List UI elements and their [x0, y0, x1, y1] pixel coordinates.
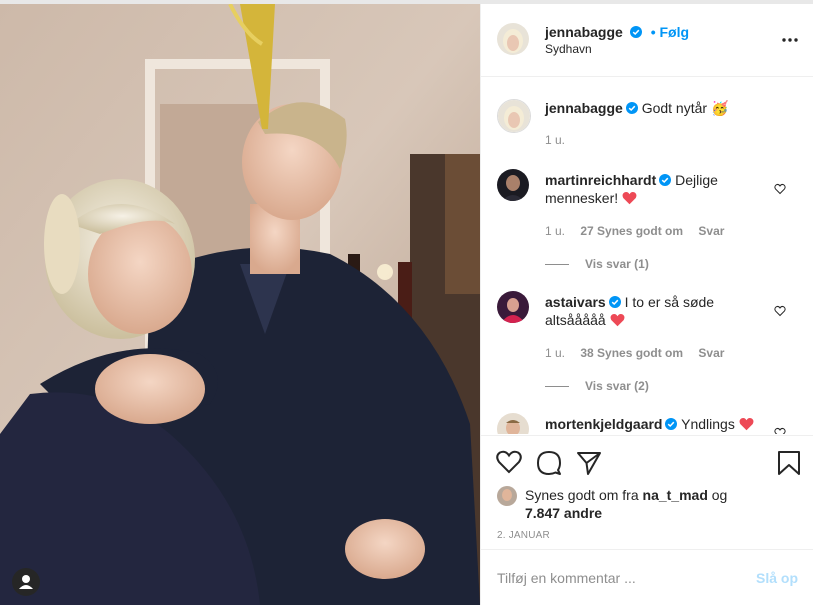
comment-meta: 1 u. 27 Synes godt om Svar — [545, 224, 724, 238]
comment-username[interactable]: martinreichhardt — [545, 172, 656, 188]
comment-like-button[interactable] — [774, 182, 786, 195]
comment-likes[interactable]: 38 Synes godt om — [580, 346, 683, 360]
comment-meta: 1 u. 38 Synes godt om Svar — [545, 346, 724, 360]
likes-prefix: Synes godt om fra — [525, 487, 639, 503]
verified-badge-icon — [630, 25, 643, 38]
caption-avatar[interactable] — [497, 99, 531, 133]
more-horizontal-icon — [782, 38, 798, 42]
liker-avatar[interactable] — [497, 486, 517, 506]
post-comment-button[interactable]: Slå op — [756, 570, 798, 586]
verified-badge-icon — [608, 294, 621, 308]
save-button[interactable] — [777, 450, 801, 476]
author-username[interactable]: jennabagge — [545, 24, 623, 40]
avatar-image — [497, 486, 517, 506]
post-actions: Synes godt om fra na_t_mad og 7.847 andr… — [481, 435, 813, 550]
paper-plane-icon — [577, 452, 601, 475]
heart-outline-icon — [774, 183, 786, 195]
follow-button[interactable]: • Følg — [651, 24, 689, 40]
heart-outline-icon — [774, 305, 786, 317]
likes-others-link[interactable]: 7.847 andre — [525, 505, 602, 521]
comment-input[interactable]: Tilføj en kommentar ... — [497, 570, 636, 586]
view-replies-label: Vis svar (2) — [585, 379, 649, 393]
view-replies-button[interactable]: Vis svar (1) — [545, 257, 649, 271]
bookmark-icon — [778, 451, 800, 475]
heart-outline-icon — [774, 427, 786, 434]
comment-avatar[interactable] — [497, 413, 529, 434]
post-details-panel: jennabagge • Følg Sydhavn jennabagge God… — [480, 4, 813, 605]
divider-line — [545, 386, 569, 388]
post-photo[interactable] — [0, 4, 480, 605]
red-heart-icon — [739, 418, 754, 431]
comment-time[interactable]: 1 u. — [545, 224, 565, 238]
verified-badge-icon — [665, 416, 678, 430]
comment-body: mortenkjeldgaard Yndlings — [545, 415, 765, 433]
comment-username[interactable]: astaivars — [545, 294, 606, 310]
more-options-button[interactable] — [781, 32, 799, 48]
divider-line — [545, 264, 569, 266]
post-location[interactable]: Sydhavn — [545, 42, 592, 56]
verified-badge-icon — [625, 100, 638, 114]
comment-text: altsååååå — [545, 312, 606, 328]
comment-username[interactable]: mortenkjeldgaard — [545, 416, 662, 432]
like-button[interactable] — [496, 450, 522, 476]
tagged-users-button[interactable] — [12, 568, 40, 596]
view-replies-label: Vis svar (1) — [585, 257, 649, 271]
caption-username[interactable]: jennabagge — [545, 100, 623, 116]
comment-body: martinreichhardt Dejlige mennesker! — [545, 171, 765, 207]
avatar-image — [498, 100, 530, 132]
red-heart-icon — [610, 314, 625, 327]
liker-username[interactable]: na_t_mad — [643, 487, 708, 503]
comment-text: I to er så søde — [624, 294, 715, 310]
comment-text: Yndlings — [681, 416, 735, 432]
comment-text: Dejlige — [675, 172, 718, 188]
likes-summary: Synes godt om fra na_t_mad og 7.847 andr… — [525, 486, 795, 522]
share-button[interactable] — [576, 450, 602, 476]
comments-list[interactable]: jennabagge Godt nytår 🥳 1 u. martinreich… — [481, 77, 813, 434]
post-header: jennabagge • Følg Sydhavn — [481, 4, 813, 77]
avatar-image — [497, 169, 529, 201]
comment-like-button[interactable] — [774, 426, 786, 434]
caption-text: Godt nytår — [641, 100, 708, 116]
heart-outline-icon — [496, 450, 522, 474]
avatar-image — [497, 23, 529, 55]
avatar-image — [497, 413, 529, 434]
red-heart-icon — [622, 192, 637, 205]
comment-body: astaivars I to er så søde altsååååå — [545, 293, 765, 329]
comment-avatar[interactable] — [497, 169, 529, 201]
caption: jennabagge Godt nytår 🥳 — [545, 99, 728, 117]
likes-connector: og — [711, 487, 728, 503]
reply-button[interactable]: Svar — [698, 346, 724, 360]
view-replies-button[interactable]: Vis svar (2) — [545, 379, 649, 393]
post-photo-image — [0, 4, 480, 605]
reply-button[interactable]: Svar — [698, 224, 724, 238]
comment-like-button[interactable] — [774, 304, 786, 317]
add-comment-bar: Tilføj en kommentar ... Slå op — [481, 549, 813, 606]
comment-bubble-icon — [537, 451, 561, 475]
comment-avatar[interactable] — [497, 291, 529, 323]
comment-button[interactable] — [536, 450, 562, 476]
verified-badge-icon — [659, 172, 672, 186]
comment-text: mennesker! — [545, 190, 619, 206]
author-avatar[interactable] — [497, 23, 529, 55]
avatar-image — [497, 291, 529, 323]
user-icon — [19, 575, 33, 589]
caption-time[interactable]: 1 u. — [545, 133, 565, 147]
party-emoji: 🥳 — [710, 100, 729, 116]
post-date[interactable]: 2. JANUAR — [497, 530, 550, 541]
comment-likes[interactable]: 27 Synes godt om — [580, 224, 683, 238]
comment-time[interactable]: 1 u. — [545, 346, 565, 360]
